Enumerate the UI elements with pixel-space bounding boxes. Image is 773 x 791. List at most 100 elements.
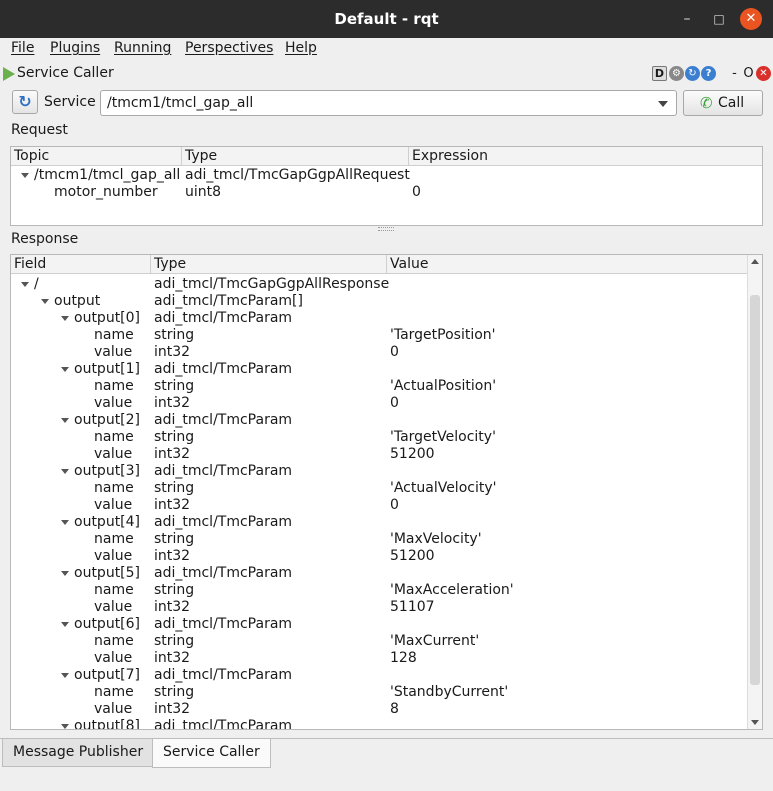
- response-row[interactable]: name string 'StandbyCurrent': [11, 684, 762, 701]
- close-plugin-icon[interactable]: ✕: [756, 66, 771, 81]
- gear-icon[interactable]: ⚙: [669, 66, 684, 81]
- response-cell-field: value: [94, 701, 133, 717]
- response-cell-value: 'TargetVelocity': [390, 429, 496, 445]
- response-cell-field: name: [94, 582, 134, 598]
- menu-help[interactable]: Help: [285, 40, 317, 56]
- request-label: Request: [11, 122, 68, 138]
- request-cell-field: /tmcm1/tmcl_gap_all: [34, 167, 181, 183]
- scroll-thumb[interactable]: [750, 295, 760, 685]
- help-icon[interactable]: ?: [701, 66, 716, 81]
- response-row[interactable]: output[8] adi_tmcl/TmcParam: [11, 718, 762, 730]
- response-cell-field: value: [94, 395, 133, 411]
- expand-arrow-icon[interactable]: [61, 520, 69, 525]
- response-cell-type: string: [154, 582, 195, 598]
- response-row[interactable]: value int32 51107: [11, 599, 762, 616]
- menu-running[interactable]: Running: [114, 40, 171, 56]
- response-cell-type: string: [154, 480, 195, 496]
- scroll-down-icon[interactable]: [751, 720, 759, 725]
- response-cell-field: value: [94, 650, 133, 666]
- response-scrollbar[interactable]: [747, 255, 762, 729]
- response-cell-value: 51200: [390, 446, 435, 462]
- response-cell-value: 'TargetPosition': [390, 327, 496, 343]
- response-row[interactable]: output[1] adi_tmcl/TmcParam: [11, 361, 762, 378]
- response-row[interactable]: value int32 0: [11, 344, 762, 361]
- response-row[interactable]: value int32 51200: [11, 446, 762, 463]
- response-row[interactable]: output[6] adi_tmcl/TmcParam: [11, 616, 762, 633]
- response-row[interactable]: output adi_tmcl/TmcParam[]: [11, 293, 762, 310]
- response-cell-type: string: [154, 684, 195, 700]
- response-cell-type: int32: [154, 548, 191, 564]
- title-bar: Default - rqt – □ ✕: [0, 0, 773, 38]
- expand-arrow-icon[interactable]: [61, 469, 69, 474]
- expand-arrow-icon[interactable]: [41, 299, 49, 304]
- response-row[interactable]: name string 'MaxCurrent': [11, 633, 762, 650]
- maximize-button[interactable]: □: [708, 8, 730, 30]
- service-combo-value: /tmcm1/tmcl_gap_all: [107, 95, 254, 111]
- request-row[interactable]: /tmcm1/tmcl_gap_all adi_tmcl/TmcGapGgpAll…: [11, 167, 762, 184]
- expand-arrow-icon[interactable]: [61, 367, 69, 372]
- response-row[interactable]: value int32 51200: [11, 548, 762, 565]
- response-cell-field: name: [94, 480, 134, 496]
- response-cell-value: 0: [390, 497, 399, 513]
- expand-arrow-icon[interactable]: [61, 316, 69, 321]
- response-col-field[interactable]: Field: [11, 255, 151, 274]
- minimize-button[interactable]: –: [676, 8, 698, 30]
- expand-arrow-icon[interactable]: [61, 622, 69, 627]
- expand-arrow-icon[interactable]: [21, 282, 29, 287]
- menu-perspectives[interactable]: Perspectives: [185, 40, 273, 56]
- response-cell-type: adi_tmcl/TmcParam[]: [154, 293, 303, 309]
- expand-arrow-icon[interactable]: [61, 673, 69, 678]
- response-row[interactable]: output[3] adi_tmcl/TmcParam: [11, 463, 762, 480]
- expand-arrow-icon[interactable]: [61, 418, 69, 423]
- tab-service-caller[interactable]: Service Caller: [152, 739, 271, 768]
- service-row: ↻ Service /tmcm1/tmcl_gap_all ✆ Call: [0, 88, 773, 118]
- request-col-type[interactable]: Type: [182, 147, 409, 166]
- request-col-expression[interactable]: Expression: [409, 147, 762, 166]
- scroll-up-icon[interactable]: [751, 259, 759, 264]
- response-row[interactable]: name string 'MaxAcceleration': [11, 582, 762, 599]
- response-col-type[interactable]: Type: [151, 255, 387, 274]
- expand-arrow-icon[interactable]: [21, 173, 29, 178]
- response-row[interactable]: output[0] adi_tmcl/TmcParam: [11, 310, 762, 327]
- response-row[interactable]: value int32 8: [11, 701, 762, 718]
- response-cell-type: adi_tmcl/TmcParam: [154, 667, 293, 683]
- request-row[interactable]: motor_number uint8 0: [11, 184, 762, 201]
- menu-plugins[interactable]: Plugins: [50, 40, 100, 56]
- splitter-handle[interactable]: [378, 227, 394, 231]
- response-row[interactable]: output[2] adi_tmcl/TmcParam: [11, 412, 762, 429]
- menu-file[interactable]: File: [11, 40, 34, 56]
- response-row[interactable]: value int32 128: [11, 650, 762, 667]
- response-row[interactable]: name string 'TargetPosition': [11, 327, 762, 344]
- response-row[interactable]: name string 'ActualPosition': [11, 378, 762, 395]
- refresh-services-button[interactable]: ↻: [12, 90, 38, 114]
- float-plugin-icon[interactable]: O: [741, 66, 756, 81]
- call-button[interactable]: ✆ Call: [683, 90, 763, 116]
- response-tree[interactable]: Field Type Value / adi_tmcl/TmcGapGgpAllR…: [10, 254, 763, 730]
- request-tree[interactable]: Topic Type Expression /tmcm1/tmcl_gap_al…: [10, 146, 763, 226]
- response-row[interactable]: name string 'MaxVelocity': [11, 531, 762, 548]
- tab-message-publisher[interactable]: Message Publisher: [2, 739, 155, 767]
- service-combo[interactable]: /tmcm1/tmcl_gap_all: [100, 90, 677, 116]
- response-cell-value: 'StandbyCurrent': [390, 684, 509, 700]
- expand-arrow-icon[interactable]: [61, 571, 69, 576]
- response-row[interactable]: name string 'ActualVelocity': [11, 480, 762, 497]
- response-row[interactable]: name string 'TargetVelocity': [11, 429, 762, 446]
- response-row[interactable]: value int32 0: [11, 497, 762, 514]
- request-header: Topic Type Expression: [11, 147, 762, 166]
- response-row[interactable]: / adi_tmcl/TmcGapGgpAllResponse: [11, 276, 762, 293]
- response-col-value[interactable]: Value: [387, 255, 749, 274]
- response-cell-field: output[0]: [74, 310, 141, 326]
- request-col-topic[interactable]: Topic: [11, 147, 182, 166]
- response-row[interactable]: output[7] adi_tmcl/TmcParam: [11, 667, 762, 684]
- response-row[interactable]: output[4] adi_tmcl/TmcParam: [11, 514, 762, 531]
- response-row[interactable]: value int32 0: [11, 395, 762, 412]
- dock-icon[interactable]: D: [652, 66, 667, 81]
- response-cell-field: output[8]: [74, 718, 141, 730]
- close-window-button[interactable]: ✕: [740, 8, 762, 30]
- response-cell-field: output[5]: [74, 565, 141, 581]
- response-row[interactable]: output[5] adi_tmcl/TmcParam: [11, 565, 762, 582]
- reload-icon[interactable]: ↻: [685, 66, 700, 81]
- expand-arrow-icon[interactable]: [61, 724, 69, 729]
- minimize-plugin-icon[interactable]: -: [727, 66, 742, 81]
- response-cell-field: name: [94, 633, 134, 649]
